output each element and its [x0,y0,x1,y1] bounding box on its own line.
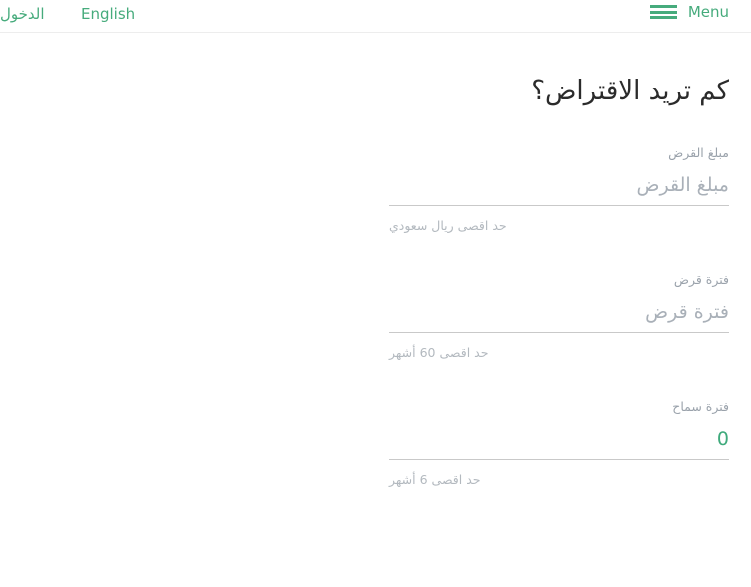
field-loan-period: فترة قرض حد اقصى 60 أشهر [389,272,729,361]
field-label-loan-amount: مبلغ القرض [668,145,729,160]
page-title: كم تريد الاقتراض؟ [531,76,729,106]
field-label-loan-period: فترة قرض [673,272,729,287]
field-grace-period: فترة سماح حد اقصى 6 أشهر [389,399,729,488]
field-hint-grace-period: حد اقصى 6 أشهر [389,472,481,487]
field-hint-loan-period: حد اقصى 60 أشهر [389,345,489,360]
loan-amount-input[interactable] [389,172,729,206]
field-hint-loan-amount: حد اقصى ريال سعودي [389,218,507,233]
grace-period-input[interactable] [389,426,729,460]
field-loan-amount: مبلغ القرض حد اقصى ريال سعودي [389,145,729,234]
site-header: الدخول English Menu [0,0,751,33]
form-column: كم تريد الاقتراض؟ مبلغ القرض حد اقصى ريا… [389,33,729,488]
field-label-grace-period: فترة سماح [672,399,729,414]
main-content: كم تريد الاقتراض؟ مبلغ القرض حد اقصى ريا… [0,33,751,587]
login-link[interactable]: الدخول [0,5,45,23]
loan-period-input[interactable] [389,299,729,333]
hamburger-bar-2 [649,10,677,14]
hamburger-bar-3 [649,16,677,19]
page-root: الدخول English Menu كم تريد الاقتراض؟ مب… [0,0,751,587]
menu-toggle[interactable]: Menu [649,3,729,21]
menu-label: Menu [687,3,729,21]
language-switch-link[interactable]: English [81,5,135,23]
hamburger-bar-1 [649,5,677,8]
hamburger-icon[interactable] [649,3,677,21]
